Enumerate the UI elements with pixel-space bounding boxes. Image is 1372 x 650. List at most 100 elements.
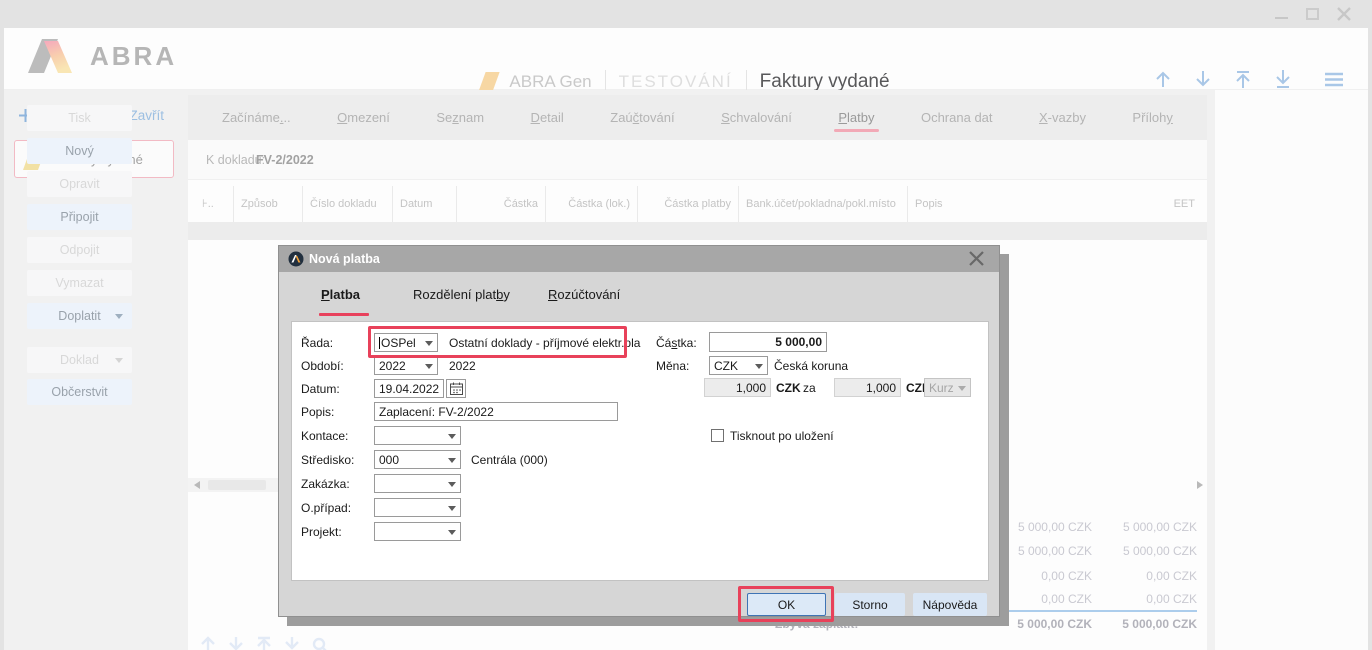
tab-zaciname[interactable]: Začínáme... bbox=[218, 97, 295, 138]
tab-ochrana-dat[interactable]: Ochrana dat bbox=[917, 97, 997, 138]
tab-platby[interactable]: Platby bbox=[834, 97, 878, 138]
summary-total-label: Zbývá zaplatit: bbox=[775, 617, 858, 631]
calendar-icon bbox=[450, 382, 463, 395]
move-top-icon[interactable] bbox=[254, 634, 274, 650]
column-header-zpusob[interactable]: Způsob bbox=[234, 186, 303, 222]
button-label: Vymazat bbox=[55, 276, 103, 290]
maximize-button[interactable] bbox=[1303, 5, 1323, 23]
summary-total-value: 5 000,00 CZK bbox=[1067, 617, 1197, 631]
summary-value: 5 000,00 CZK bbox=[1067, 520, 1197, 534]
zakazka-label: Zakázka: bbox=[301, 477, 350, 491]
column-header-tree[interactable]: ⊦.. bbox=[188, 186, 234, 222]
zakazka-combo[interactable] bbox=[374, 474, 461, 493]
dialog-titlebar[interactable]: Nová platba bbox=[279, 246, 999, 272]
column-header-cislo-dokladu[interactable]: Číslo dokladu bbox=[303, 186, 393, 222]
rada-value: OSPel bbox=[381, 336, 416, 350]
pripojit-button[interactable]: Připojit bbox=[27, 204, 132, 230]
minimize-button[interactable] bbox=[1272, 5, 1292, 23]
calendar-button[interactable] bbox=[446, 379, 466, 398]
dialog-tab-rozuctovani[interactable]: Rozúčtování bbox=[548, 287, 620, 302]
datum-field[interactable]: 19.04.2022 bbox=[374, 379, 444, 398]
rada-combo[interactable]: OSPel bbox=[374, 333, 438, 352]
kurz-combo[interactable]: Kurz bbox=[924, 378, 971, 397]
rada-label: Řada: bbox=[301, 336, 333, 350]
kurz-right-value: 1,000 bbox=[866, 381, 896, 395]
close-button[interactable] bbox=[1334, 5, 1354, 23]
vymazat-button[interactable]: Vymazat bbox=[27, 270, 132, 296]
storno-button[interactable]: Storno bbox=[835, 593, 905, 616]
projekt-combo[interactable] bbox=[374, 522, 461, 541]
castka-field[interactable]: 5 000,00 bbox=[709, 332, 827, 352]
doplatit-button[interactable]: Doplatit bbox=[27, 303, 132, 329]
minimize-icon bbox=[1275, 17, 1288, 19]
tab-seznam[interactable]: Seznam bbox=[432, 97, 488, 138]
move-up-icon[interactable] bbox=[198, 634, 218, 650]
datum-value: 19.04.2022 bbox=[379, 382, 439, 396]
ok-button[interactable]: OK bbox=[747, 593, 826, 616]
obdobi-combo[interactable]: 2022 bbox=[374, 356, 438, 375]
projekt-label: Projekt: bbox=[301, 525, 342, 539]
kurz-separator: za bbox=[803, 381, 816, 395]
scroll-right-icon[interactable] bbox=[1197, 481, 1203, 489]
obcerstvit-button[interactable]: Občerstvit bbox=[27, 379, 132, 405]
dialog-tab-platba[interactable]: Platba bbox=[321, 287, 360, 302]
button-label: Opravit bbox=[59, 177, 99, 191]
tab-zauctovani[interactable]: Zaúčtování bbox=[606, 97, 678, 138]
table-empty-row[interactable] bbox=[188, 222, 1207, 240]
print-checkbox[interactable] bbox=[711, 429, 724, 442]
dialog-tab-rozdeleni-platby[interactable]: Rozdělení platby bbox=[413, 287, 510, 302]
kurz-left-value: 1,000 bbox=[736, 381, 766, 395]
dialog-title: Nová platba bbox=[309, 252, 380, 266]
napoveda-button[interactable]: Nápověda bbox=[913, 593, 987, 616]
module-tabbar: Začínáme... Omezení Seznam Detail Zaúčto… bbox=[188, 95, 1207, 140]
tisk-button[interactable]: Tisk bbox=[27, 105, 132, 131]
opravit-button[interactable]: Opravit bbox=[27, 171, 132, 197]
novy-button[interactable]: Nový bbox=[27, 138, 132, 164]
tab-omezeni[interactable]: Omezení bbox=[333, 97, 394, 138]
text-cursor bbox=[379, 337, 380, 349]
tab-x-vazby[interactable]: X-vazby bbox=[1035, 97, 1090, 138]
column-header-datum[interactable]: Datum bbox=[393, 186, 457, 222]
castka-value: 5 000,00 bbox=[775, 335, 822, 349]
column-header-bank-ucet[interactable]: Bank.účet/pokladna/pokl.místo bbox=[739, 186, 908, 222]
button-label: Doklad bbox=[60, 353, 99, 367]
chevron-down-icon bbox=[448, 434, 456, 439]
payments-table-header: ⊦.. Způsob Číslo dokladu Datum Částka Čá… bbox=[188, 186, 1207, 222]
close-icon bbox=[968, 250, 985, 267]
popis-label: Popis: bbox=[301, 405, 334, 419]
obdobi-label: Období: bbox=[301, 359, 344, 373]
scroll-left-icon[interactable] bbox=[194, 481, 200, 489]
column-header-popis[interactable]: Popis bbox=[908, 186, 1148, 222]
search-icon[interactable] bbox=[310, 634, 330, 650]
abra-logo-icon bbox=[28, 38, 82, 74]
tab-detail[interactable]: Detail bbox=[527, 97, 568, 138]
kontace-combo[interactable] bbox=[374, 426, 461, 445]
column-header-castka-lok[interactable]: Částka (lok.) bbox=[546, 186, 638, 222]
mena-description: Česká koruna bbox=[774, 359, 848, 373]
popis-field[interactable]: Zaplacení: FV-2/2022 bbox=[374, 402, 618, 421]
summary-value: 0,00 CZK bbox=[1067, 592, 1197, 606]
doklad-button[interactable]: Doklad bbox=[27, 347, 132, 373]
chevron-down-icon bbox=[448, 482, 456, 487]
opripad-combo[interactable] bbox=[374, 498, 461, 517]
scrollbar-thumb[interactable] bbox=[208, 480, 266, 490]
horizontal-scrollbar[interactable] bbox=[188, 478, 288, 492]
odpojit-button[interactable]: Odpojit bbox=[27, 237, 132, 263]
kurz-combo-label: Kurz bbox=[929, 381, 954, 395]
tab-prilohy[interactable]: Přílohy bbox=[1128, 97, 1176, 138]
column-header-castka-platby[interactable]: Částka platby bbox=[638, 186, 739, 222]
kurz-left-field[interactable]: 1,000 bbox=[704, 378, 771, 397]
kurz-right-field[interactable]: 1,000 bbox=[834, 378, 901, 397]
dialog-close-button[interactable] bbox=[968, 250, 985, 272]
move-down-icon[interactable] bbox=[226, 634, 246, 650]
stredisko-description: Centrála (000) bbox=[471, 453, 548, 467]
stredisko-combo[interactable]: 000 bbox=[374, 450, 461, 469]
tab-schvalovani[interactable]: Schvalování bbox=[717, 97, 796, 138]
summary-value: 5 000,00 CZK bbox=[1067, 544, 1197, 558]
button-label: Občerstvit bbox=[51, 385, 107, 399]
button-label: Odpojit bbox=[60, 243, 100, 257]
move-bottom-icon[interactable] bbox=[282, 634, 302, 650]
mena-combo[interactable]: CZK bbox=[709, 356, 768, 375]
column-header-eet[interactable]: EET bbox=[1148, 186, 1202, 222]
column-header-castka[interactable]: Částka bbox=[457, 186, 546, 222]
